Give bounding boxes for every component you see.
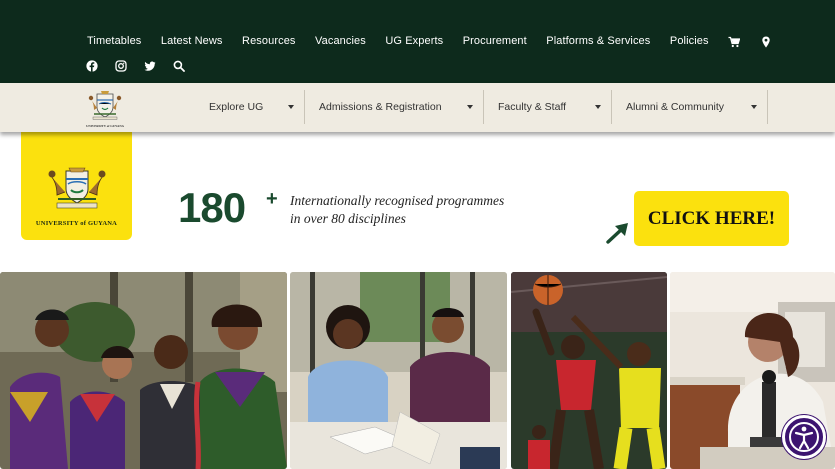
top-bar: Timetables Latest News Resources Vacanci…	[0, 0, 835, 83]
basketball-photo[interactable]	[511, 272, 667, 469]
chevron-down-icon	[467, 105, 473, 109]
students-studying-photo[interactable]	[290, 272, 507, 469]
twitter-icon[interactable]	[144, 59, 156, 71]
menu-alumni-community[interactable]: Alumni & Community	[612, 90, 768, 124]
crest-icon	[48, 167, 106, 209]
social-links	[86, 59, 202, 72]
main-nav: UNIVERSITY of GUYANA Explore UG Admissio…	[0, 83, 835, 132]
badge-label: UNIVERSITY of GUYANA	[35, 220, 118, 227]
graduates-photo[interactable]	[0, 272, 287, 469]
menu-admissions-registration[interactable]: Admissions & Registration	[305, 90, 484, 124]
nav-link-platforms-services[interactable]: Platforms & Services	[546, 35, 650, 47]
chevron-down-icon	[288, 105, 294, 109]
menu-label: Admissions & Registration	[319, 101, 442, 113]
search-icon[interactable]	[173, 59, 185, 72]
cart-icon[interactable]	[728, 35, 741, 48]
instagram-icon[interactable]	[115, 59, 127, 72]
menu-label: Alumni & Community	[626, 101, 725, 113]
main-menu: Explore UG Admissions & Registration Fac…	[195, 90, 768, 124]
menu-label: Faculty & Staff	[498, 101, 567, 113]
arrow-up-right-icon	[606, 223, 628, 244]
nav-link-latest-news[interactable]: Latest News	[161, 35, 223, 47]
university-crest-badge[interactable]: UNIVERSITY of GUYANA	[21, 125, 132, 240]
nav-link-resources[interactable]: Resources	[242, 35, 295, 47]
nav-link-vacancies[interactable]: Vacancies	[315, 35, 366, 47]
accessibility-button[interactable]	[782, 415, 826, 459]
programmes-tagline: Internationally recognised programmes in…	[290, 192, 504, 228]
facebook-icon[interactable]	[86, 59, 98, 72]
nav-link-policies[interactable]: Policies	[670, 35, 709, 47]
menu-label: Explore UG	[209, 101, 264, 113]
click-here-button[interactable]: CLICK HERE!	[634, 191, 789, 246]
chevron-down-icon	[751, 105, 757, 109]
top-nav: Timetables Latest News Resources Vacanci…	[87, 35, 792, 48]
tagline-line-1: Internationally recognised programmes	[290, 193, 505, 208]
university-logo[interactable]: UNIVERSITY of GUYANA	[82, 90, 128, 128]
university-logo-text: UNIVERSITY of GUYANA	[86, 124, 124, 128]
accessibility-icon	[789, 422, 819, 452]
nav-link-ug-experts[interactable]: UG Experts	[385, 35, 443, 47]
menu-explore-ug[interactable]: Explore UG	[195, 90, 305, 124]
location-pin-icon[interactable]	[760, 35, 772, 48]
plus-sign: +	[266, 188, 278, 210]
chevron-down-icon	[595, 105, 601, 109]
programme-count: 180	[178, 184, 246, 231]
tagline-line-2: in over 80 disciplines	[290, 211, 406, 226]
nav-link-procurement[interactable]: Procurement	[463, 35, 527, 47]
nav-link-timetables[interactable]: Timetables	[87, 35, 141, 47]
menu-faculty-staff[interactable]: Faculty & Staff	[484, 90, 612, 124]
